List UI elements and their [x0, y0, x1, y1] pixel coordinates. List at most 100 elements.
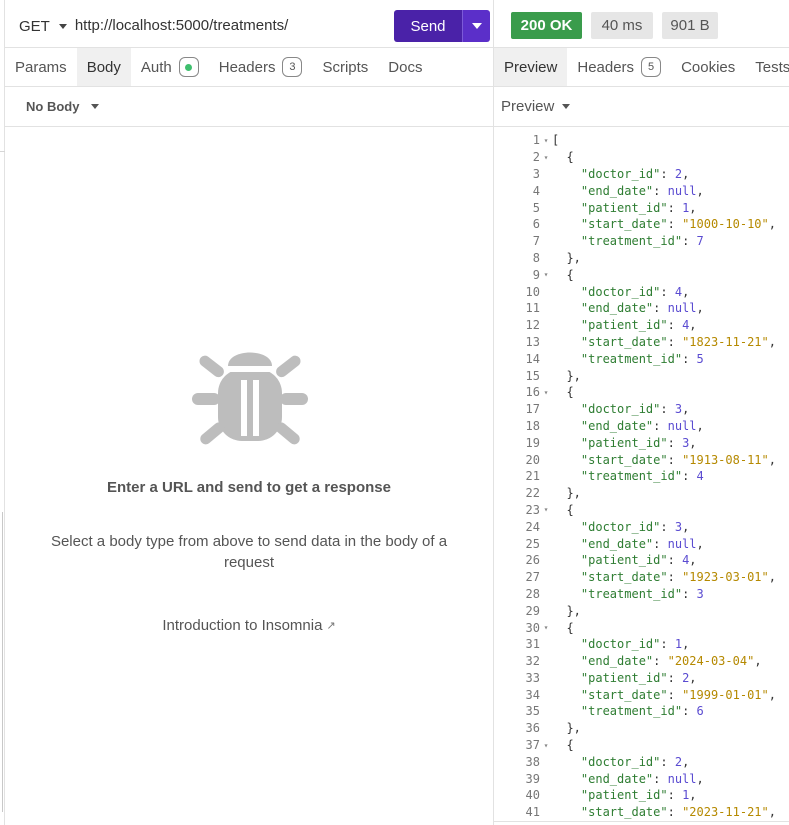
tab-body[interactable]: Body	[76, 48, 131, 86]
code-text: "doctor_id": 1,	[580, 637, 690, 652]
tab-label: Scripts	[322, 58, 369, 76]
fold-toggle-icon[interactable]: ▾	[540, 136, 552, 145]
status-dot-icon	[185, 63, 193, 71]
code-text: "end_date": null,	[580, 771, 704, 786]
code-line: 22 },	[494, 485, 789, 502]
fold-toggle-icon[interactable]: ▾	[540, 741, 552, 750]
response-body-viewer[interactable]: 1 ▾[2 ▾ {3 "doctor_id": 2, 4 "end_date": nu…	[494, 132, 789, 822]
tab-label: Auth	[140, 58, 172, 76]
code-text: "patient_id": 3,	[580, 435, 697, 450]
sidebar-scrollbar[interactable]	[0, 512, 3, 812]
fold-toggle-icon[interactable]: ▾	[540, 153, 552, 162]
tab-label: Headers	[218, 58, 276, 76]
code-line: 32 "end_date": "2024-03-04",	[494, 653, 789, 670]
line-number: 4	[532, 183, 540, 198]
line-number: 8	[532, 250, 540, 265]
code-text: {	[552, 738, 574, 753]
code-text: "start_date": "1823-11-21",	[580, 334, 776, 349]
response-status-row: 200 OK 40 ms 901 B	[511, 12, 718, 39]
line-number: 38	[525, 754, 540, 769]
line-number: 36	[525, 721, 540, 736]
code-text: "doctor_id": 2,	[580, 754, 690, 769]
code-line: 35 "treatment_id": 6	[494, 703, 789, 720]
send-button[interactable]: Send	[394, 10, 462, 42]
line-number: 13	[525, 334, 540, 349]
empty-state-title: Enter a URL and send to get a response	[107, 479, 391, 496]
code-text: "end_date": null,	[580, 183, 704, 198]
code-line: 25 "end_date": null,	[494, 535, 789, 552]
fold-toggle-icon[interactable]: ▾	[540, 505, 552, 514]
line-number: 29	[525, 603, 540, 618]
tab-preview[interactable]: Preview	[494, 48, 568, 86]
request-tabs: Params Body Auth Headers 3 Scripts Docs	[5, 47, 493, 87]
line-number: 18	[525, 418, 540, 433]
code-line: 33 "patient_id": 2,	[494, 670, 789, 687]
code-text: "doctor_id": 2,	[580, 166, 690, 181]
line-number: 20	[525, 452, 540, 467]
tab-docs[interactable]: Docs	[378, 48, 432, 86]
preview-mode-selector[interactable]: Preview	[494, 87, 789, 127]
code-line: 37 ▾ {	[494, 737, 789, 754]
response-time-badge: 40 ms	[591, 12, 653, 39]
fold-toggle-icon[interactable]: ▾	[540, 388, 552, 397]
fold-toggle-icon[interactable]: ▾	[540, 270, 552, 279]
body-type-selector[interactable]: No Body	[5, 87, 493, 127]
code-text: "treatment_id": 4	[580, 469, 704, 484]
line-number: 12	[525, 318, 540, 333]
tab-params[interactable]: Params	[5, 48, 77, 86]
code-line: 12 "patient_id": 4,	[494, 317, 789, 334]
code-line: 18 "end_date": null,	[494, 418, 789, 435]
response-headers-count-badge: 5	[641, 57, 662, 77]
tab-label: Cookies	[681, 58, 736, 76]
external-link-icon: ↗	[326, 620, 336, 632]
code-text: "start_date": "1913-08-11",	[580, 452, 776, 467]
line-number: 39	[525, 771, 540, 786]
line-number: 15	[525, 368, 540, 383]
send-options-button[interactable]	[462, 10, 490, 42]
empty-state: Enter a URL and send to get a response S…	[5, 128, 493, 825]
line-number: 3	[532, 166, 540, 181]
line-number: 9	[532, 267, 540, 282]
headers-count-badge: 3	[282, 57, 303, 77]
tab-response-headers[interactable]: Headers 5	[567, 48, 671, 86]
code-line: 1 ▾[	[494, 132, 789, 149]
code-text: "start_date": "2023-11-21",	[580, 805, 776, 820]
line-number: 1	[532, 133, 540, 148]
line-number: 2	[532, 150, 540, 165]
tab-label: Params	[15, 58, 67, 76]
code-line: 30 ▾ {	[494, 619, 789, 636]
tab-label: Body	[86, 58, 121, 76]
chevron-down-icon	[471, 23, 482, 29]
fold-toggle-icon[interactable]: ▾	[540, 623, 552, 632]
intro-link[interactable]: Introduction to Insomnia ↗	[5, 617, 493, 634]
code-text: "treatment_id": 3	[580, 586, 704, 601]
tab-scripts[interactable]: Scripts	[312, 48, 378, 86]
code-line: 28 "treatment_id": 3	[494, 586, 789, 603]
code-text: {	[552, 385, 574, 400]
url-bar: GET http://localhost:5000/treatments/ Se…	[5, 8, 491, 44]
line-number: 32	[525, 654, 540, 669]
code-text: "treatment_id": 5	[580, 351, 704, 366]
code-line: 19 "patient_id": 3,	[494, 434, 789, 451]
code-text: "end_date": null,	[580, 418, 704, 433]
code-text: "patient_id": 4,	[580, 553, 697, 568]
method-selector[interactable]: GET	[5, 8, 67, 44]
code-line: 7 "treatment_id": 7	[494, 233, 789, 250]
code-line: 31 "doctor_id": 1,	[494, 636, 789, 653]
horizontal-scrollbar[interactable]	[494, 821, 789, 825]
line-number: 24	[525, 519, 540, 534]
line-number: 25	[525, 536, 540, 551]
tab-cookies[interactable]: Cookies	[671, 48, 745, 86]
line-number: 17	[525, 402, 540, 417]
code-text: },	[552, 486, 581, 501]
code-line: 38 "doctor_id": 2,	[494, 753, 789, 770]
line-number: 6	[532, 217, 540, 232]
tab-headers[interactable]: Headers 3	[209, 48, 313, 86]
tab-tests[interactable]: Tests	[745, 48, 789, 86]
code-line: 6 "start_date": "1000-10-10",	[494, 216, 789, 233]
code-line: 36 },	[494, 720, 789, 737]
line-number: 35	[525, 704, 540, 719]
chevron-down-icon	[91, 104, 100, 109]
line-number: 21	[525, 469, 540, 484]
tab-auth[interactable]: Auth	[131, 48, 209, 86]
